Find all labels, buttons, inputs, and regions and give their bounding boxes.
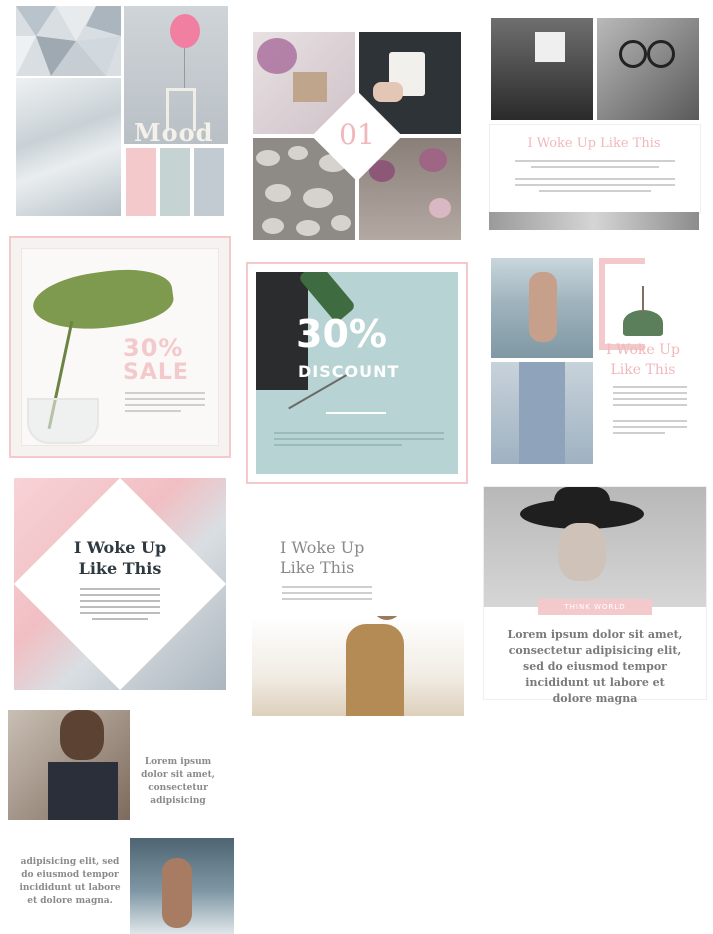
discount-word: DISCOUNT [298,362,400,381]
woke-up-line2-diamond: Like This [78,559,162,578]
number-label: 01 [339,118,375,151]
swatch-sage [160,148,190,216]
bottom-text-bottom: adipisicing elit, sed do eiusmod tempor … [19,857,121,906]
hat-woman-photo [484,487,706,607]
woke-up-line2-2: Like This [610,362,676,378]
discount-tile[interactable]: 30% DISCOUNT [246,262,468,484]
bottom-split-tile[interactable]: Lorem ipsum dolor sit amet, consectetur … [8,708,234,934]
sunglasses-photo [597,18,699,120]
swatch-blue-gray [194,148,224,216]
mood-title: Mood [134,118,214,147]
sea-foam-photo [16,78,121,216]
woke-up-headline-1: I Woke Up Like This [527,136,661,151]
plant-photo [615,286,675,346]
swatch-pink [126,148,156,216]
field-woman-photo [252,616,464,716]
geometric-marble-photo [16,6,121,76]
beach-woman-photo [491,258,593,358]
woke-up-line1-3: I Woke Up [280,538,365,557]
woke-up-tile-1[interactable]: I Woke Up Like This [489,18,701,230]
woke-up-diamond-tile[interactable]: I Woke Up Like This [14,478,226,690]
geometric-pattern-icon [16,6,121,76]
sunglasses-icon [619,40,647,68]
woke-up-line1-2: I Woke Up [606,342,680,358]
sale-word: SALE [123,360,189,385]
woke-up-tile-3[interactable]: I Woke Up Like This [252,506,464,716]
balloon-icon [170,14,200,48]
hat-badge: THINK WORLD [538,599,652,615]
bottom-text-top: Lorem ipsum dolor sit amet, consectetur … [141,757,215,806]
number-tile[interactable]: 01 [253,32,461,240]
woke-up-line2-3: Like This [280,558,355,577]
sale-tile[interactable]: 30% SALE [9,236,231,458]
woman-figure [346,624,404,716]
denim-shirt-photo [491,362,593,464]
mood-tile[interactable]: Mood [16,6,228,216]
glass-vase-icon [27,398,99,444]
sale-percent: 30% [123,334,184,362]
hat-body-text: Lorem ipsum dolor sit amet, consectetur … [507,628,683,705]
foam-strip-photo [489,212,699,230]
lace-woman-photo [8,710,130,820]
discount-percent: 30% [296,312,387,356]
surf-man-photo [130,838,234,934]
sweater-photo [491,18,593,120]
woke-up-tile-2[interactable]: I Woke Up Like This [489,256,699,466]
woke-up-line1-diamond: I Woke Up [73,538,167,557]
hat-woman-tile[interactable]: THINK WORLD Lorem ipsum dolor sit amet, … [483,486,707,705]
